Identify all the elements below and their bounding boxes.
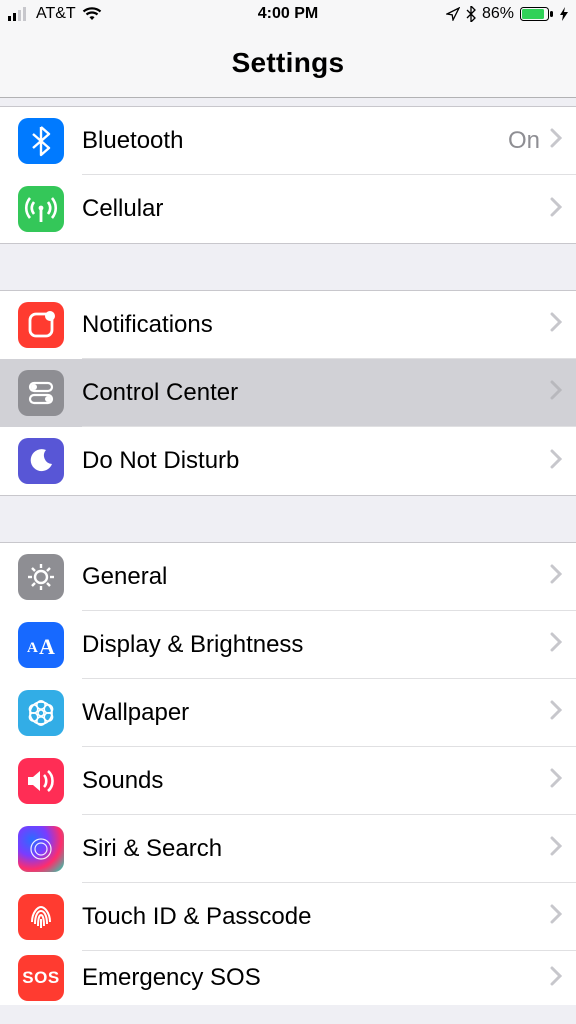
row-label: Bluetooth bbox=[82, 127, 508, 155]
general-icon bbox=[18, 554, 64, 600]
chevron-right-icon bbox=[550, 449, 562, 474]
row-label: Wallpaper bbox=[82, 699, 550, 727]
row-label: General bbox=[82, 563, 550, 591]
svg-text:A: A bbox=[39, 634, 55, 659]
notifications-icon bbox=[18, 302, 64, 348]
row-do-not-disturb[interactable]: Do Not Disturb bbox=[0, 427, 576, 495]
control-center-icon bbox=[18, 370, 64, 416]
status-bar: AT&T 4:00 PM 86% bbox=[0, 0, 576, 28]
chevron-right-icon bbox=[550, 128, 562, 153]
row-label: Do Not Disturb bbox=[82, 447, 550, 475]
row-label: Siri & Search bbox=[82, 835, 550, 863]
row-label: Emergency SOS bbox=[82, 964, 550, 992]
settings-group-notifications: Notifications Control Center Do Not Dist… bbox=[0, 290, 576, 496]
row-general[interactable]: General bbox=[0, 543, 576, 611]
chevron-right-icon bbox=[550, 380, 562, 405]
touch-id-icon bbox=[18, 894, 64, 940]
chevron-right-icon bbox=[550, 904, 562, 929]
row-label: Control Center bbox=[82, 379, 550, 407]
row-value: On bbox=[508, 127, 540, 155]
row-touch-id-passcode[interactable]: Touch ID & Passcode bbox=[0, 883, 576, 951]
sounds-icon bbox=[18, 758, 64, 804]
emergency-sos-icon: SOS bbox=[18, 955, 64, 1001]
row-label: Cellular bbox=[82, 195, 550, 223]
row-bluetooth[interactable]: Bluetooth On bbox=[0, 107, 576, 175]
settings-group-network: Bluetooth On Cellular bbox=[0, 106, 576, 244]
row-siri-search[interactable]: Siri & Search bbox=[0, 815, 576, 883]
cellular-icon bbox=[18, 186, 64, 232]
chevron-right-icon bbox=[550, 564, 562, 589]
row-label: Display & Brightness bbox=[82, 631, 550, 659]
do-not-disturb-icon bbox=[18, 438, 64, 484]
row-label: Touch ID & Passcode bbox=[82, 903, 550, 931]
chevron-right-icon bbox=[550, 966, 562, 991]
row-wallpaper[interactable]: Wallpaper bbox=[0, 679, 576, 747]
chevron-right-icon bbox=[550, 312, 562, 337]
row-emergency-sos[interactable]: SOS Emergency SOS bbox=[0, 951, 576, 1005]
chevron-right-icon bbox=[550, 632, 562, 657]
display-brightness-icon: A A bbox=[18, 622, 64, 668]
siri-icon bbox=[18, 826, 64, 872]
bluetooth-icon bbox=[18, 118, 64, 164]
row-sounds[interactable]: Sounds bbox=[0, 747, 576, 815]
wallpaper-icon bbox=[18, 690, 64, 736]
page-title: Settings bbox=[232, 47, 345, 79]
row-control-center[interactable]: Control Center bbox=[0, 359, 576, 427]
chevron-right-icon bbox=[550, 197, 562, 222]
chevron-right-icon bbox=[550, 836, 562, 861]
chevron-right-icon bbox=[550, 768, 562, 793]
chevron-right-icon bbox=[550, 700, 562, 725]
row-label: Notifications bbox=[82, 311, 550, 339]
row-cellular[interactable]: Cellular bbox=[0, 175, 576, 243]
row-notifications[interactable]: Notifications bbox=[0, 291, 576, 359]
settings-group-general: General A A Display & Brightness bbox=[0, 542, 576, 1005]
sos-text: SOS bbox=[22, 968, 59, 988]
status-time: 4:00 PM bbox=[0, 5, 576, 23]
row-display-brightness[interactable]: A A Display & Brightness bbox=[0, 611, 576, 679]
row-label: Sounds bbox=[82, 767, 550, 795]
svg-text:A: A bbox=[27, 640, 38, 656]
navbar: Settings bbox=[0, 28, 576, 98]
